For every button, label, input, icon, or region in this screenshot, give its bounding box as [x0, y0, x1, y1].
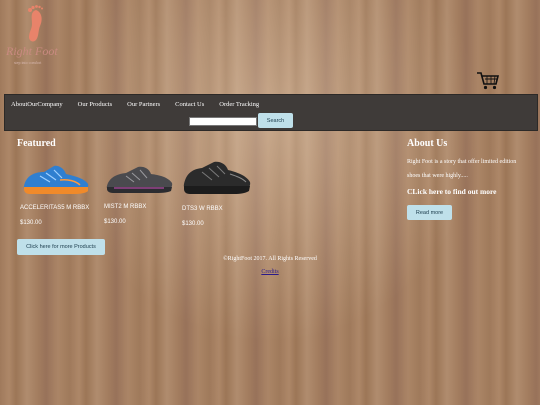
- about-heading: About Us: [407, 138, 448, 149]
- featured-heading: Featured: [17, 138, 56, 149]
- product-name[interactable]: ACCELERITAS5 M RBBX: [20, 205, 89, 211]
- more-products-button[interactable]: Click here for more Products: [17, 239, 105, 255]
- nav-item-about-our-company[interactable]: AboutOurCompany: [11, 101, 63, 108]
- nav-item-our-products[interactable]: Our Products: [78, 101, 112, 108]
- product-name[interactable]: MIST2 M RBBX: [104, 204, 146, 210]
- product-price: $130.00: [20, 220, 42, 226]
- logo-tagline: step into comfort: [14, 60, 42, 65]
- logo-brand-text: Right Foot: [6, 44, 58, 58]
- product-image-shoe[interactable]: [182, 160, 254, 196]
- copyright-text: ©RightFoot 2017. All Rights Reserved: [223, 256, 317, 262]
- search-input[interactable]: [189, 117, 257, 126]
- site-logo[interactable]: Right Foot step into comfort: [2, 4, 68, 66]
- product-image-shoe[interactable]: [20, 160, 92, 196]
- main-navbar: AboutOurCompany Our Products Our Partner…: [4, 94, 538, 131]
- product-image-shoe[interactable]: [104, 160, 176, 196]
- credits-container: Credits: [0, 269, 540, 275]
- about-description: Right Foot is a story that offer limited…: [407, 159, 517, 179]
- product-price: $130.00: [182, 221, 204, 227]
- product-name[interactable]: DTS3 W RBBX: [182, 206, 223, 212]
- read-more-button[interactable]: Read more: [407, 205, 452, 220]
- search-button[interactable]: Search: [258, 113, 293, 128]
- nav-item-contact-us[interactable]: Contact Us: [175, 101, 204, 108]
- credits-link[interactable]: Credits: [261, 269, 278, 275]
- nav-item-order-tracking[interactable]: Order Tracking: [219, 101, 259, 108]
- nav-item-our-partners[interactable]: Our Partners: [127, 101, 160, 108]
- footprint-icon: [28, 5, 43, 42]
- shopping-cart-icon[interactable]: [476, 71, 500, 91]
- product-price: $130.00: [104, 219, 126, 225]
- nav-links: AboutOurCompany Our Products Our Partner…: [11, 101, 274, 108]
- about-find-out-more-link[interactable]: CLick here to find out more: [407, 187, 497, 196]
